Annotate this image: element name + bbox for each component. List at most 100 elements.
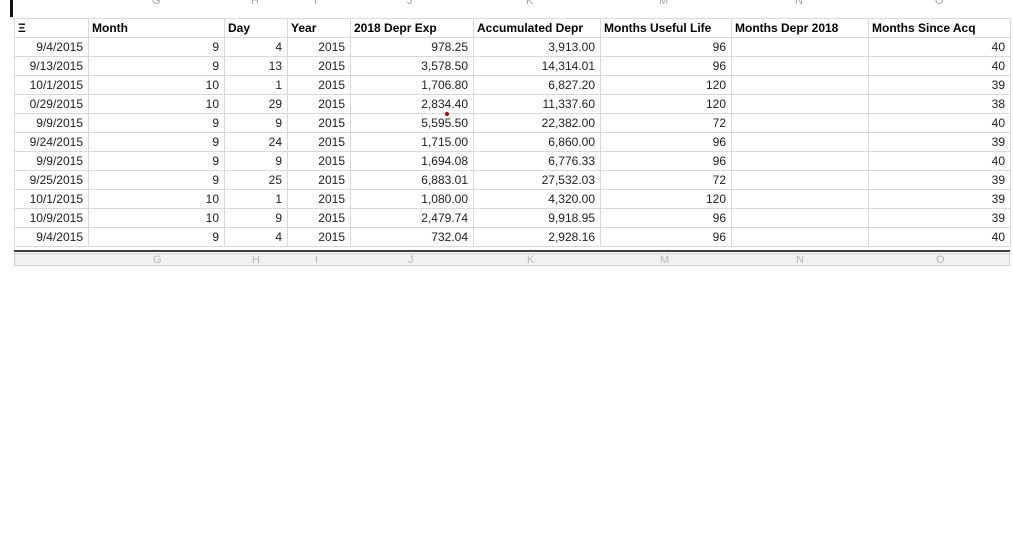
cell-depr-exp[interactable]: 732.04: [350, 227, 474, 247]
cell-months-since-acq[interactable]: 40: [868, 113, 1011, 133]
column-letter-h[interactable]: H: [251, 0, 259, 7]
header-months-useful-life[interactable]: Months Useful Life: [600, 18, 732, 38]
cell-date[interactable]: 10/1/2015: [14, 75, 89, 95]
cell-month[interactable]: 9: [88, 37, 225, 57]
cell-month[interactable]: 9: [88, 227, 225, 247]
cell-year[interactable]: 2015: [287, 189, 351, 209]
cell-depr-exp[interactable]: 978.25: [350, 37, 474, 57]
header-months-since-acq[interactable]: Months Since Acq: [868, 18, 1011, 38]
cell-months-since-acq[interactable]: 40: [868, 227, 1011, 247]
cell-date[interactable]: 9/24/2015: [14, 132, 89, 152]
cell-year[interactable]: 2015: [287, 113, 351, 133]
column-letter-g[interactable]: G: [153, 254, 162, 265]
header-2018-depr-exp[interactable]: 2018 Depr Exp: [350, 18, 474, 38]
cell-months-depr-2018[interactable]: [731, 208, 869, 228]
cell-date[interactable]: 9/4/2015: [14, 37, 89, 57]
cell-months-depr-2018[interactable]: [731, 75, 869, 95]
cell-date[interactable]: 10/9/2015: [14, 208, 89, 228]
cell-date[interactable]: 9/13/2015: [14, 56, 89, 76]
cell-months-depr-2018[interactable]: [731, 227, 869, 247]
cell-accum-depr[interactable]: 6,860.00: [473, 132, 601, 152]
cell-year[interactable]: 2015: [287, 227, 351, 247]
cell-depr-exp[interactable]: 2,479.74: [350, 208, 474, 228]
cell-day[interactable]: 29: [224, 94, 288, 114]
cell-day[interactable]: 9: [224, 208, 288, 228]
cell-useful-life[interactable]: 96: [600, 227, 732, 247]
cell-months-depr-2018[interactable]: [731, 151, 869, 171]
cell-year[interactable]: 2015: [287, 56, 351, 76]
cell-months-since-acq[interactable]: 39: [868, 208, 1011, 228]
column-letter-j[interactable]: J: [408, 254, 414, 265]
cell-month[interactable]: 9: [88, 151, 225, 171]
column-letter-k[interactable]: K: [526, 0, 533, 7]
cell-accum-depr[interactable]: 27,532.03: [473, 170, 601, 190]
cell-accum-depr[interactable]: 4,320.00: [473, 189, 601, 209]
cell-month[interactable]: 10: [88, 75, 225, 95]
cell-year[interactable]: 2015: [287, 208, 351, 228]
cell-accum-depr[interactable]: 6,827.20: [473, 75, 601, 95]
cell-year[interactable]: 2015: [287, 132, 351, 152]
cell-useful-life[interactable]: 96: [600, 132, 732, 152]
cell-depr-exp[interactable]: 1,080.00: [350, 189, 474, 209]
cell-useful-life[interactable]: 96: [600, 37, 732, 57]
cell-accum-depr[interactable]: 2,928.16: [473, 227, 601, 247]
column-letter-o[interactable]: O: [936, 254, 945, 265]
cell-day[interactable]: 25: [224, 170, 288, 190]
cell-depr-exp[interactable]: 1,715.00: [350, 132, 474, 152]
cell-accum-depr[interactable]: 9,918.95: [473, 208, 601, 228]
cell-day[interactable]: 9: [224, 151, 288, 171]
column-letter-i[interactable]: I: [315, 254, 318, 265]
column-letter-o[interactable]: O: [935, 0, 944, 7]
header-year[interactable]: Year: [287, 18, 351, 38]
cell-useful-life[interactable]: 72: [600, 113, 732, 133]
cell-months-since-acq[interactable]: 40: [868, 151, 1011, 171]
cell-date[interactable]: 9/25/2015: [14, 170, 89, 190]
cell-months-since-acq[interactable]: 38: [868, 94, 1011, 114]
cell-year[interactable]: 2015: [287, 75, 351, 95]
cell-day[interactable]: 4: [224, 227, 288, 247]
header-date-fragment[interactable]: Ξ: [14, 18, 89, 38]
cell-day[interactable]: 1: [224, 189, 288, 209]
cell-accum-depr[interactable]: 22,382.00: [473, 113, 601, 133]
cell-month[interactable]: 10: [88, 94, 225, 114]
header-month[interactable]: Month: [88, 18, 225, 38]
pane-split-bar[interactable]: [14, 250, 1010, 252]
cell-day[interactable]: 24: [224, 132, 288, 152]
cell-depr-exp[interactable]: 1,706.80: [350, 75, 474, 95]
cell-accum-depr[interactable]: 6,776.33: [473, 151, 601, 171]
cell-months-depr-2018[interactable]: [731, 132, 869, 152]
cell-months-since-acq[interactable]: 39: [868, 132, 1011, 152]
cell-months-since-acq[interactable]: 40: [868, 56, 1011, 76]
cell-year[interactable]: 2015: [287, 94, 351, 114]
column-letter-k[interactable]: K: [527, 254, 534, 265]
cell-month[interactable]: 10: [88, 189, 225, 209]
cell-depr-exp[interactable]: 6,883.01: [350, 170, 474, 190]
cell-months-depr-2018[interactable]: [731, 170, 869, 190]
cell-depr-exp[interactable]: 3,578.50: [350, 56, 474, 76]
cell-months-since-acq[interactable]: 39: [868, 189, 1011, 209]
cell-month[interactable]: 9: [88, 170, 225, 190]
cell-depr-exp[interactable]: 1,694.08: [350, 151, 474, 171]
column-letter-i[interactable]: I: [314, 0, 317, 7]
cell-months-depr-2018[interactable]: [731, 37, 869, 57]
cell-useful-life[interactable]: 120: [600, 189, 732, 209]
cell-useful-life[interactable]: 72: [600, 170, 732, 190]
cell-date[interactable]: 10/1/2015: [14, 189, 89, 209]
cell-accum-depr[interactable]: 11,337.60: [473, 94, 601, 114]
column-letter-n[interactable]: N: [796, 254, 804, 265]
cell-months-since-acq[interactable]: 39: [868, 170, 1011, 190]
cell-date[interactable]: 9/4/2015: [14, 227, 89, 247]
column-letter-h[interactable]: H: [252, 254, 260, 265]
cell-day[interactable]: 4: [224, 37, 288, 57]
cell-months-depr-2018[interactable]: [731, 94, 869, 114]
cell-useful-life[interactable]: 96: [600, 208, 732, 228]
column-letter-j[interactable]: J: [407, 0, 413, 7]
cell-year[interactable]: 2015: [287, 151, 351, 171]
cell-day[interactable]: 1: [224, 75, 288, 95]
column-letter-m[interactable]: M: [660, 254, 669, 265]
cell-useful-life[interactable]: 96: [600, 56, 732, 76]
cell-month[interactable]: 9: [88, 56, 225, 76]
cell-accum-depr[interactable]: 14,314.01: [473, 56, 601, 76]
cell-useful-life[interactable]: 120: [600, 94, 732, 114]
cell-months-depr-2018[interactable]: [731, 56, 869, 76]
